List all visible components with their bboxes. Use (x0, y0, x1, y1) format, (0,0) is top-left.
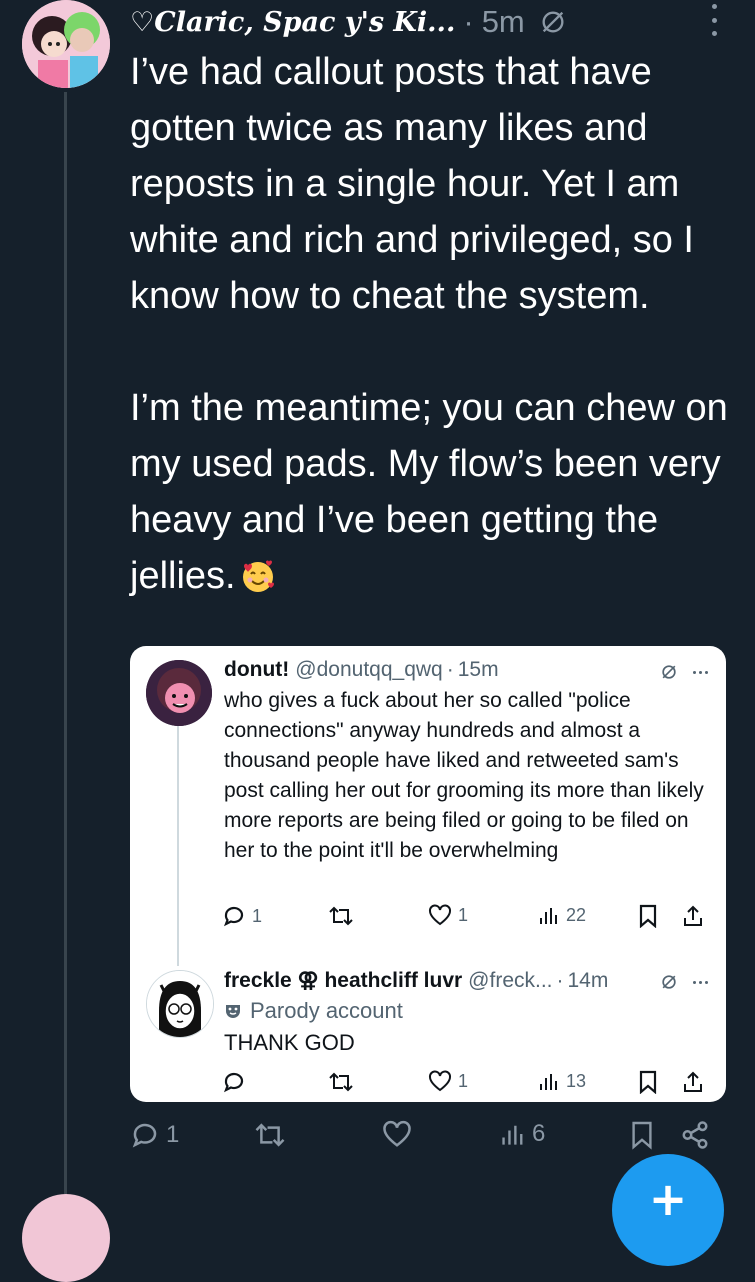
separator-dot: · (446, 658, 454, 681)
avatar-illustration (22, 0, 110, 88)
post-action-bar: 1 6 (130, 1120, 730, 1160)
bookmark-icon (639, 904, 657, 928)
post-header: ♡Claric, Spac y's Ki... · 5m (130, 0, 567, 44)
post-time[interactable]: 5m (482, 4, 525, 40)
grok-icon[interactable] (659, 662, 679, 682)
bookmark-button[interactable] (638, 1070, 658, 1094)
freckle-avatar[interactable] (146, 970, 214, 1038)
donut-avatar[interactable] (146, 660, 212, 726)
repost-button[interactable] (328, 1070, 354, 1094)
post-paragraph: I’ve had callout posts that have gotten … (130, 51, 694, 317)
reply-button[interactable]: 1 (222, 904, 262, 928)
reply-button[interactable]: 1 (130, 1120, 179, 1150)
views-button[interactable]: 13 (538, 1070, 586, 1092)
thread-line (64, 92, 67, 1200)
post-body: I’ve had callout posts that have gotten … (130, 44, 740, 604)
reply-icon (223, 906, 244, 927)
views-icon (502, 1125, 523, 1145)
freckle-header-icons (659, 972, 708, 992)
bookmark-icon (639, 1070, 657, 1094)
donut-header: donut! @donutqq_qwq · 15m (224, 658, 499, 682)
repost-icon (329, 1072, 353, 1092)
freckle-text: THANK GOD (224, 1030, 355, 1055)
reply-button[interactable] (222, 1070, 246, 1094)
views-count: 22 (566, 904, 587, 925)
post-paragraph-text: I’m the meantime; you can chew on my use… (130, 387, 728, 597)
like-count: 1 (458, 1070, 469, 1091)
reply-count: 1 (252, 905, 263, 926)
views-icon (540, 1074, 557, 1090)
freckle-header: freckle ⚢ heathcliff luvr @freck... · 14… (224, 968, 608, 993)
compose-icon: + (648, 1172, 688, 1226)
donut-time[interactable]: 15m (458, 658, 499, 682)
bookmark-button[interactable] (630, 1120, 654, 1150)
share-icon (682, 1121, 708, 1149)
donut-header-icons (659, 662, 708, 682)
more-icon[interactable] (693, 980, 708, 984)
donut-text: who gives a fuck about her so called "po… (224, 689, 704, 862)
repost-icon (255, 1123, 285, 1147)
separator-dot: · (463, 4, 474, 39)
like-button[interactable]: 1 (428, 904, 468, 926)
grok-icon[interactable] (659, 972, 679, 992)
like-button[interactable] (382, 1120, 412, 1148)
bookmark-button[interactable] (638, 904, 658, 928)
donut-actions: 1 1 22 (222, 904, 718, 934)
compose-button[interactable]: + (612, 1154, 724, 1266)
post-paragraph-with-emoji: I’m the meantime; you can chew on my use… (130, 380, 740, 604)
like-button[interactable]: 1 (428, 1070, 468, 1092)
reply-icon (223, 1072, 244, 1093)
grok-icon[interactable] (539, 8, 567, 36)
author-avatar[interactable] (22, 0, 110, 88)
next-post-avatar[interactable] (22, 1194, 110, 1282)
share-button[interactable] (682, 904, 704, 928)
freckle-handle[interactable]: @freck... (468, 969, 552, 993)
repost-icon (329, 906, 353, 926)
freckle-time[interactable]: 14m (568, 969, 609, 993)
share-button[interactable] (682, 1070, 704, 1094)
like-icon (429, 1070, 451, 1092)
donut-name[interactable]: donut! (224, 658, 289, 682)
parody-label: Parody account (250, 998, 403, 1023)
parody-badge: Parody account (224, 998, 403, 1024)
share-icon (684, 1071, 702, 1092)
more-icon[interactable] (693, 670, 708, 674)
separator-dot: · (556, 968, 564, 992)
bookmark-icon (632, 1121, 652, 1150)
views-icon (540, 908, 557, 924)
views-count: 13 (566, 1070, 587, 1091)
repost-button[interactable] (254, 1120, 286, 1150)
share-icon (684, 905, 702, 926)
donut-avatar-illustration (146, 660, 212, 726)
author-name[interactable]: ♡Claric, Spac y's Ki... (130, 7, 455, 38)
views-button[interactable]: 6 (500, 1120, 545, 1148)
views-count: 6 (532, 1120, 546, 1147)
smiling-face-with-hearts-icon (242, 560, 274, 592)
freckle-avatar-illustration (147, 971, 213, 1037)
freckle-actions: 1 13 (222, 1070, 718, 1100)
freckle-name[interactable]: freckle ⚢ heathcliff luvr (224, 968, 462, 993)
embedded-thread-card[interactable]: donut! @donutqq_qwq · 15m who gives a fu… (130, 646, 726, 1102)
quote-thread-line (177, 726, 179, 966)
reply-icon (132, 1123, 157, 1148)
like-count: 1 (458, 904, 469, 925)
like-icon (429, 904, 451, 926)
share-button[interactable] (680, 1120, 710, 1150)
like-icon (383, 1120, 411, 1147)
views-button[interactable]: 22 (538, 904, 586, 926)
repost-button[interactable] (328, 904, 354, 928)
more-icon[interactable] (700, 4, 728, 36)
parody-icon (226, 1005, 240, 1018)
donut-handle[interactable]: @donutqq_qwq (295, 658, 442, 682)
reply-count: 1 (166, 1121, 180, 1148)
